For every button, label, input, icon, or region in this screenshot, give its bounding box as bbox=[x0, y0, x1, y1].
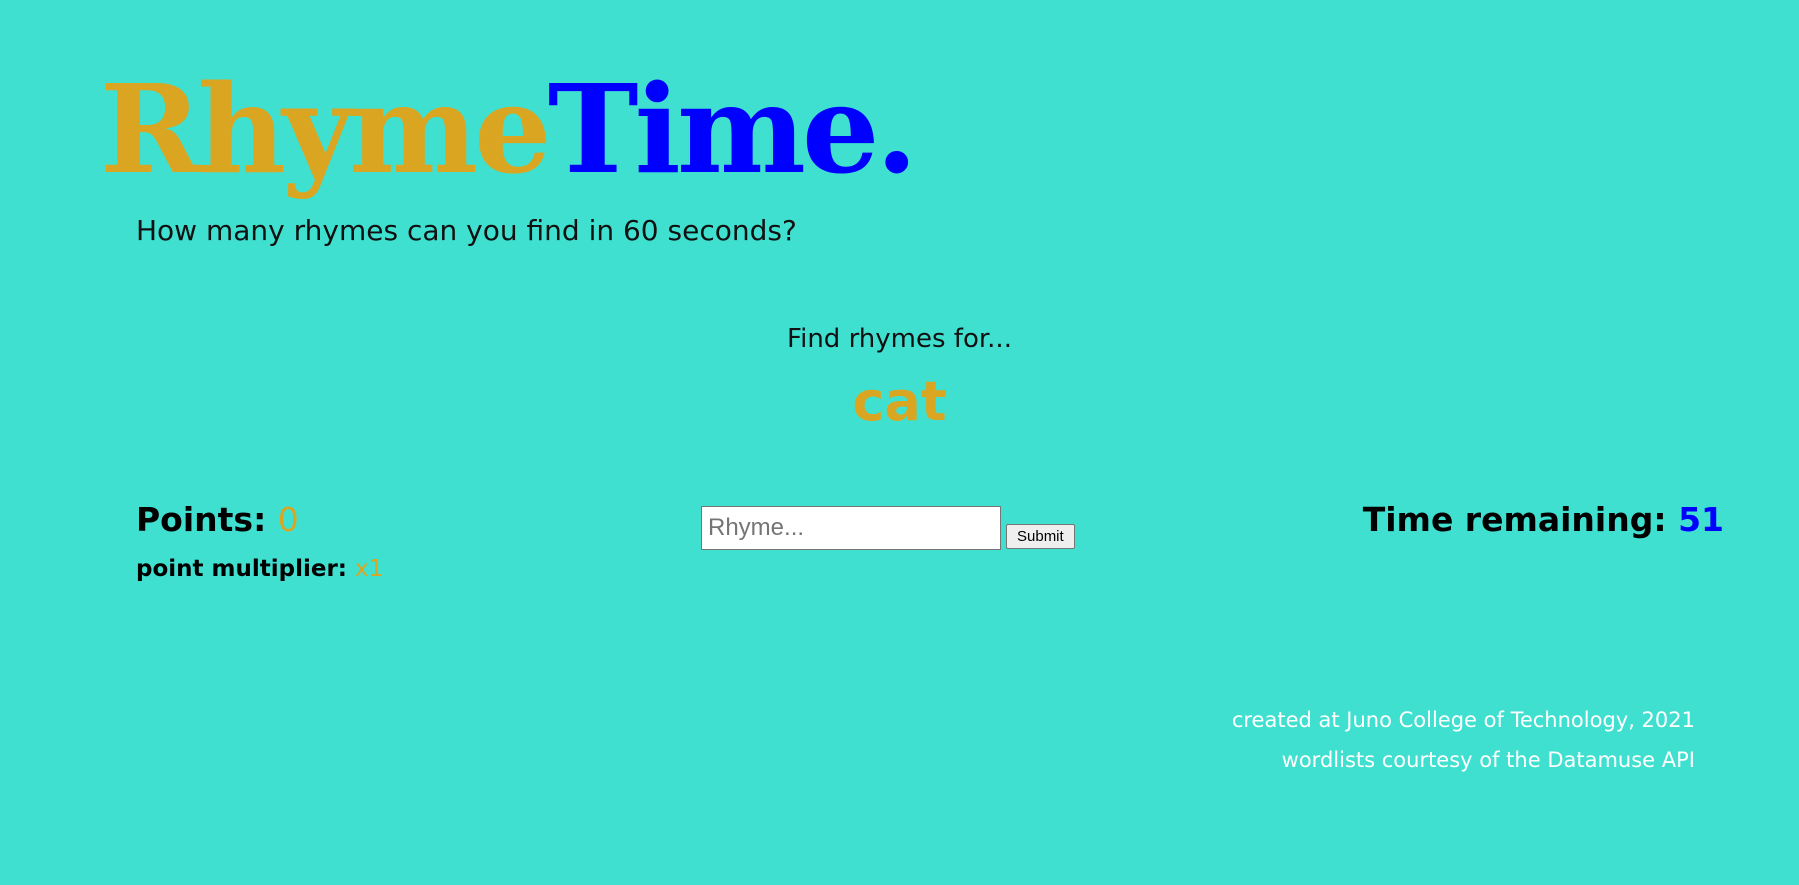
multiplier-label: point multiplier: bbox=[136, 556, 347, 582]
tagline: How many rhymes can you find in 60 secon… bbox=[136, 214, 797, 247]
prompt-label: Find rhymes for... bbox=[787, 324, 1012, 354]
timer-value: 51 bbox=[1678, 500, 1724, 539]
logo: RhymeTime. bbox=[100, 68, 918, 190]
footer-api-credit: wordlists courtesy of the Datamuse API bbox=[1281, 748, 1695, 772]
submit-button[interactable]: Submit bbox=[1006, 524, 1075, 549]
logo-rhyme-text: Rhyme bbox=[100, 57, 552, 201]
timer-label: Time remaining: bbox=[1362, 500, 1667, 539]
game-page: RhymeTime. How many rhymes can you find … bbox=[0, 0, 1799, 885]
rhyme-input[interactable] bbox=[701, 506, 1001, 550]
multiplier-value: x1 bbox=[355, 556, 384, 582]
rhyme-form: Submit bbox=[701, 506, 1075, 550]
logo-time-text: Time. bbox=[547, 57, 918, 201]
points-display: Points: 0 bbox=[136, 500, 299, 539]
points-value: 0 bbox=[277, 500, 299, 539]
multiplier-display: point multiplier: x1 bbox=[136, 556, 383, 582]
target-word: cat bbox=[852, 370, 947, 433]
timer-display: Time remaining: 51 bbox=[1363, 500, 1724, 539]
footer: created at Juno College of Technology, 2… bbox=[1232, 700, 1695, 780]
footer-credit: created at Juno College of Technology, 2… bbox=[1231, 708, 1695, 732]
points-label: Points: bbox=[136, 500, 267, 539]
